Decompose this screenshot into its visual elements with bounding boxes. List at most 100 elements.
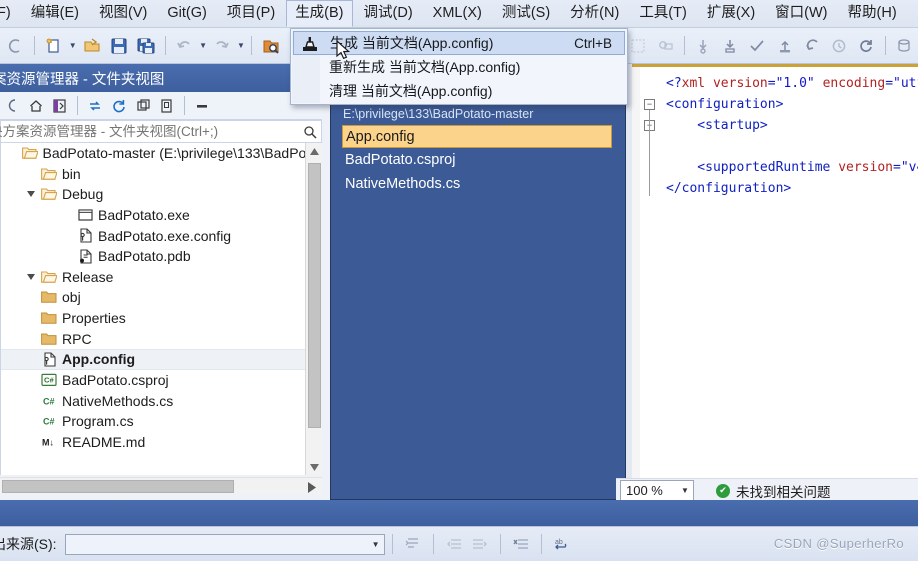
redo-dropdown-icon[interactable]: ▼ xyxy=(236,33,247,59)
menu-project[interactable]: 项目(P) xyxy=(218,0,284,27)
properties-icon[interactable] xyxy=(190,94,214,118)
tree-item-badpotato.exe.config[interactable]: BadPotato.exe.config xyxy=(1,225,322,246)
zoom-selector[interactable]: 100 % ▼ xyxy=(620,480,694,501)
show-all-files-icon[interactable] xyxy=(155,94,179,118)
menu-edit[interactable]: 编辑(E) xyxy=(22,0,88,27)
tree-item-obj[interactable]: obj xyxy=(1,287,322,308)
sync-icon[interactable] xyxy=(83,94,107,118)
tree-item-badpotato.pdb[interactable]: BadPotato.pdb xyxy=(1,246,322,267)
menu-analyze[interactable]: 分析(N) xyxy=(561,0,628,27)
chevron-down-icon-zoom[interactable]: ▼ xyxy=(677,486,693,495)
toggle-word-wrap-icon[interactable]: ab xyxy=(549,532,575,556)
file-list-item[interactable]: BadPotato.csproj xyxy=(331,148,625,172)
go-to-previous-icon[interactable] xyxy=(441,532,467,556)
tree-item-nativemethods.cs[interactable]: C# NativeMethods.cs xyxy=(1,391,322,412)
menu-build[interactable]: 生成(B) xyxy=(286,0,353,27)
menu-help[interactable]: 帮助(H) xyxy=(839,0,906,27)
clear-all-icon[interactable] xyxy=(508,532,534,556)
expander-triangle-icon[interactable] xyxy=(23,273,39,281)
tree-item-label: Debug xyxy=(62,186,104,203)
tree-item-label: obj xyxy=(62,289,81,306)
database-icon[interactable] xyxy=(892,33,917,59)
search-icon[interactable] xyxy=(299,125,321,139)
menu-git[interactable]: Git(G) xyxy=(158,0,215,27)
tree-item-readme.md[interactable]: M↓ README.md xyxy=(1,432,322,453)
file-list-panel[interactable]: E:\privilege\133\BadPotato-master App.co… xyxy=(330,100,626,500)
open-file-icon[interactable] xyxy=(79,33,104,59)
tree-item-label: README.md xyxy=(62,434,146,451)
scroll-right-icon[interactable] xyxy=(308,480,316,498)
go-to-next-icon[interactable] xyxy=(467,532,493,556)
collapse-all-icon[interactable] xyxy=(131,94,155,118)
file-list-item[interactable]: NativeMethods.cs xyxy=(331,172,625,196)
home-icon[interactable] xyxy=(24,94,48,118)
menu-view[interactable]: 视图(V) xyxy=(90,0,156,27)
menu-xml[interactable]: XML(X) xyxy=(424,0,491,27)
settings-gear-icon[interactable] xyxy=(652,33,677,59)
undo-icon[interactable] xyxy=(172,33,197,59)
search-folder-icon[interactable] xyxy=(258,33,283,59)
refresh-tree-icon[interactable] xyxy=(107,94,131,118)
status-message: ✔ 未找到相关问题 xyxy=(716,481,831,501)
undo-2-icon[interactable] xyxy=(799,33,824,59)
fold-toggle-icon[interactable]: − xyxy=(644,99,655,110)
menu-file[interactable]: F) xyxy=(0,0,20,27)
step-over-icon[interactable] xyxy=(718,33,743,59)
history-icon[interactable] xyxy=(826,33,851,59)
scroll-down-icon[interactable] xyxy=(306,459,323,475)
chevron-expanded-icon[interactable] xyxy=(27,273,35,280)
menu-tools[interactable]: 工具(T) xyxy=(630,0,696,27)
tree-vertical-scrollbar[interactable] xyxy=(305,143,323,475)
breakpoints-icon[interactable] xyxy=(625,33,650,59)
tree-item-properties[interactable]: Properties xyxy=(1,308,322,329)
tree-item-bin[interactable]: bin xyxy=(1,164,322,185)
tree-horizontal-scrollbar[interactable] xyxy=(0,477,322,494)
zoom-level: 100 % xyxy=(626,483,663,498)
find-message-icon[interactable] xyxy=(400,532,426,556)
search-input[interactable] xyxy=(0,124,299,139)
back-arrow-icon[interactable] xyxy=(3,33,28,59)
menu-extensions[interactable]: 扩展(X) xyxy=(698,0,764,27)
output-separator-2 xyxy=(432,534,434,554)
horizontal-scroll-thumb[interactable] xyxy=(2,480,234,493)
new-file-icon[interactable] xyxy=(41,33,66,59)
file-tree[interactable]: BadPotato-master (E:\privilege\133\BadPo… xyxy=(0,143,322,475)
file-list-item[interactable]: App.config xyxy=(342,125,612,148)
tree-item-debug[interactable]: Debug xyxy=(1,184,322,205)
redo-icon[interactable] xyxy=(209,33,234,59)
chevron-expanded-icon[interactable] xyxy=(27,191,35,198)
tree-item-rpc[interactable]: RPC xyxy=(1,328,322,349)
nav-back-icon[interactable] xyxy=(0,94,24,118)
chevron-down-icon-output[interactable]: ▼ xyxy=(368,540,384,549)
scroll-up-icon[interactable] xyxy=(306,143,322,159)
check-icon[interactable] xyxy=(745,33,770,59)
output-source-combo[interactable]: ▼ xyxy=(64,533,385,555)
tree-item-badpotato.exe[interactable]: BadPotato.exe xyxy=(1,205,322,226)
new-file-dropdown-icon[interactable]: ▼ xyxy=(67,33,78,59)
save-all-icon[interactable] xyxy=(133,33,158,59)
menu-debug[interactable]: 调试(D) xyxy=(355,0,422,27)
solution-explorer-search[interactable] xyxy=(0,120,322,143)
step-out-icon[interactable] xyxy=(772,33,797,59)
editor-code[interactable]: <?xml version="1.0" encoding="utf- − <co… xyxy=(642,73,918,199)
menu-window[interactable]: 窗口(W) xyxy=(766,0,836,27)
tree-item-app.config[interactable]: App.config xyxy=(1,348,322,370)
tree-item-badpotato.csproj[interactable]: C# BadPotato.csproj xyxy=(1,370,322,391)
code-editor[interactable]: <?xml version="1.0" encoding="utf- − <co… xyxy=(632,64,918,481)
step-into-icon[interactable] xyxy=(690,33,715,59)
tree-item-program.cs[interactable]: C# Program.cs xyxy=(1,411,322,432)
vertical-scroll-thumb[interactable] xyxy=(308,163,321,428)
fold-guide-line xyxy=(649,110,650,196)
svg-text:C#: C# xyxy=(43,396,55,406)
save-icon[interactable] xyxy=(106,33,131,59)
clean-current-doc-item[interactable]: 清理 当前文档(App.config) xyxy=(291,79,627,103)
tree-item-release[interactable]: Release xyxy=(1,267,322,288)
solution-explorer-toolbar xyxy=(0,92,322,120)
undo-dropdown-icon[interactable]: ▼ xyxy=(198,33,209,59)
switch-view-icon[interactable] xyxy=(48,94,72,118)
expander-triangle-icon[interactable] xyxy=(23,190,39,198)
tree-item-badpotato-master-e-privi[interactable]: BadPotato-master (E:\privilege\133\BadPo… xyxy=(1,143,322,164)
refresh-icon[interactable] xyxy=(854,33,879,59)
menu-test[interactable]: 测试(S) xyxy=(493,0,559,27)
